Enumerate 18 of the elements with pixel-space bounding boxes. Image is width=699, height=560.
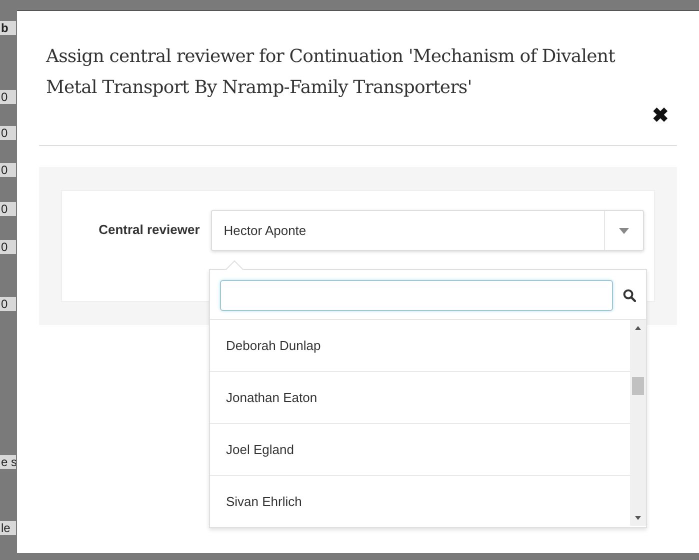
- close-button[interactable]: ✖: [652, 106, 669, 126]
- dialog-title: Assign central reviewer for Continuation 'Mechanism of Divalent Metal Transport By Nramp-Family Transporters': [46, 45, 616, 100]
- scrollbar-thumb[interactable]: [632, 377, 644, 395]
- background-text: 0: [0, 297, 16, 311]
- background-text: 0: [0, 240, 16, 254]
- caret-icon: [619, 228, 629, 234]
- search-icon: [623, 289, 636, 302]
- background-text: 0: [0, 163, 16, 177]
- scroll-down-icon[interactable]: [635, 516, 641, 520]
- field-label: Central reviewer: [98, 222, 200, 237]
- reviewer-select[interactable]: Hector Aponte: [210, 210, 644, 251]
- search-field[interactable]: [220, 280, 614, 311]
- background-text: 0: [0, 202, 16, 216]
- background-text: 0: [0, 90, 16, 104]
- background-text: b: [0, 21, 16, 35]
- background-text: le: [0, 521, 16, 535]
- scrollbar[interactable]: [630, 320, 646, 526]
- background-text: 0: [0, 126, 16, 140]
